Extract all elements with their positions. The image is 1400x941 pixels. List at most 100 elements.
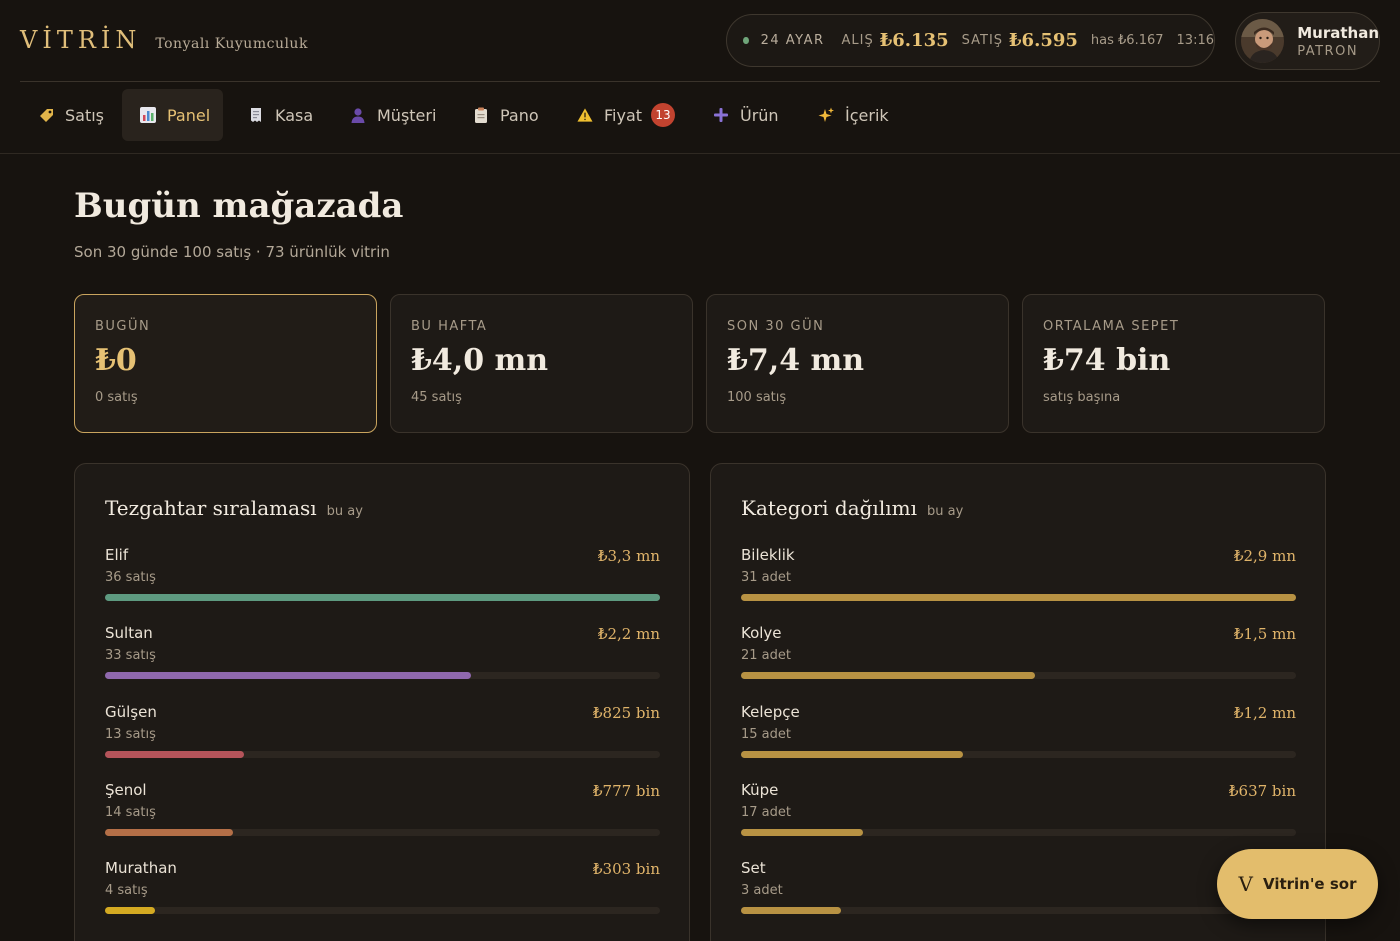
row-name: Küpe <box>741 781 779 799</box>
tag-icon <box>38 107 54 123</box>
row-amount: ₺303 bin <box>592 860 660 878</box>
progress-fill <box>741 829 864 836</box>
category-row[interactable]: Set 3 adet <box>741 859 1296 929</box>
sell-label: SATIŞ <box>961 33 1004 48</box>
progress-track <box>741 829 1296 836</box>
category-row[interactable]: Kolye 21 adet ₺1,5 mn <box>741 624 1296 694</box>
progress-track <box>105 907 660 914</box>
kpi-value: ₺0 <box>95 343 137 378</box>
gold-price-ticker[interactable]: 24 AYAR ALIŞ ₺6.135 SATIŞ ₺6.595 has ₺6.… <box>726 14 1215 67</box>
progress-fill <box>105 907 155 914</box>
ask-vitrin-button[interactable]: V Vitrin'e sor <box>1217 849 1378 919</box>
staff-row[interactable]: Murathan 4 satış ₺303 bin <box>105 859 660 929</box>
row-name: Elif <box>105 546 129 564</box>
nav-label: Panel <box>167 105 211 125</box>
plus-icon <box>713 107 729 123</box>
staff-row[interactable]: Gülşen 13 satış ₺825 bin <box>105 703 660 773</box>
vitrin-logo-icon: V <box>1238 872 1253 896</box>
row-amount: ₺2,9 mn <box>1233 547 1296 565</box>
staff-row[interactable]: Elif 36 satış ₺3,3 mn <box>105 546 660 616</box>
row-name: Sultan <box>105 624 153 642</box>
store-name: Tonyalı Kuyumculuk <box>155 36 308 52</box>
nav-item-urun[interactable]: Ürün <box>695 89 797 141</box>
warning-icon <box>577 107 593 123</box>
kpi-value: ₺7,4 mn <box>727 343 865 378</box>
row-name: Gülşen <box>105 703 157 721</box>
kpi-label: BUGÜN <box>95 319 151 334</box>
progress-fill <box>741 672 1036 679</box>
ticker-karat: 24 AYAR <box>760 33 825 48</box>
kpi-card-ortalama-sepet[interactable]: ORTALAMA SEPET ₺74 bin satış başına <box>1022 294 1325 433</box>
progress-fill <box>741 907 841 914</box>
staff-row[interactable]: Sultan 33 satış ₺2,2 mn <box>105 624 660 694</box>
sparkles-icon <box>818 107 834 123</box>
nav-label: Kasa <box>275 105 314 125</box>
kpi-label: BU HAFTA <box>411 319 488 334</box>
kpi-sub: 0 satış <box>95 390 138 405</box>
category-row[interactable]: Kelepçe 15 adet ₺1,2 mn <box>741 703 1296 773</box>
progress-fill <box>105 751 244 758</box>
buy-label: ALIŞ <box>841 33 874 48</box>
category-row[interactable]: Bileklik 31 adet ₺2,9 mn <box>741 546 1296 616</box>
nav-label: Pano <box>500 105 539 125</box>
brand[interactable]: VİTRİN Tonyalı Kuyumculuk <box>20 26 308 54</box>
row-count: 33 satış <box>105 648 156 663</box>
nav-item-icerik[interactable]: İçerik <box>800 89 907 141</box>
row-count: 3 adet <box>741 883 783 898</box>
page-title: Bugün mağazada <box>74 186 404 226</box>
progress-track <box>105 594 660 601</box>
ticker-time: 13:16 <box>1176 33 1214 48</box>
row-name: Kelepçe <box>741 703 800 721</box>
kpi-value: ₺4,0 mn <box>411 343 549 378</box>
row-name: Şenol <box>105 781 147 799</box>
nav-item-pano[interactable]: Pano <box>455 89 557 141</box>
progress-track <box>741 907 1296 914</box>
progress-fill <box>105 829 233 836</box>
staff-row[interactable]: Şenol 14 satış ₺777 bin <box>105 781 660 851</box>
nav-item-satis[interactable]: Satış <box>20 89 122 141</box>
progress-track <box>105 829 660 836</box>
kpi-card-bugun[interactable]: BUGÜN ₺0 0 satış <box>74 294 377 433</box>
kpi-card-bu-hafta[interactable]: BU HAFTA ₺4,0 mn 45 satış <box>390 294 693 433</box>
row-amount: ₺3,3 mn <box>597 547 660 565</box>
row-count: 4 satış <box>105 883 148 898</box>
page-subtitle: Son 30 günde 100 satış · 73 ürünlük vitr… <box>74 243 390 261</box>
panel-title: Kategori dağılımı <box>741 496 917 520</box>
user-role: PATRON <box>1297 43 1359 59</box>
row-amount: ₺637 bin <box>1228 782 1296 800</box>
panel-header: Kategori dağılımı bu ay <box>741 496 963 520</box>
row-amount: ₺825 bin <box>592 704 660 722</box>
kpi-sub: 45 satış <box>411 390 462 405</box>
nav-item-kasa[interactable]: Kasa <box>230 89 331 141</box>
nav-item-panel[interactable]: Panel <box>122 89 223 141</box>
kpi-label: ORTALAMA SEPET <box>1043 319 1180 334</box>
panel-period: bu ay <box>926 504 964 519</box>
nav-item-fiyat[interactable]: Fiyat 13 <box>559 89 693 141</box>
category-row[interactable]: Küpe 17 adet ₺637 bin <box>741 781 1296 851</box>
kpi-card-son-30-gun[interactable]: SON 30 GÜN ₺7,4 mn 100 satış <box>706 294 1009 433</box>
progress-track <box>741 751 1296 758</box>
bar-chart-icon <box>140 107 156 123</box>
kpi-sub: 100 satış <box>727 390 787 405</box>
brand-logo[interactable]: VİTRİN <box>20 26 141 54</box>
progress-fill <box>741 594 1296 601</box>
row-amount: ₺2,2 mn <box>597 625 660 643</box>
kpi-value: ₺74 bin <box>1043 343 1171 378</box>
top-header: VİTRİN Tonyalı Kuyumculuk 24 AYAR ALIŞ ₺… <box>0 0 1400 82</box>
row-count: 14 satış <box>105 805 156 820</box>
row-amount: ₺777 bin <box>592 782 660 800</box>
row-count: 36 satış <box>105 570 156 585</box>
row-count: 31 adet <box>741 570 791 585</box>
user-menu[interactable]: Murathan PATRON <box>1235 12 1380 70</box>
user-name: Murathan <box>1297 23 1379 42</box>
row-count: 13 satış <box>105 727 156 742</box>
nav-label: İçerik <box>845 105 889 125</box>
buy-price: ₺6.135 <box>879 30 949 51</box>
progress-track <box>105 672 660 679</box>
clipboard-icon <box>473 107 489 123</box>
nav-label: Ürün <box>740 105 779 125</box>
nav-item-musteri[interactable]: Müşteri <box>332 89 454 141</box>
main-nav: Satış Panel Kasa Müşteri Pano Fiyat 13 Ü… <box>0 82 1400 154</box>
panel-header: Tezgahtar sıralaması bu ay <box>105 496 363 520</box>
row-count: 17 adet <box>741 805 791 820</box>
